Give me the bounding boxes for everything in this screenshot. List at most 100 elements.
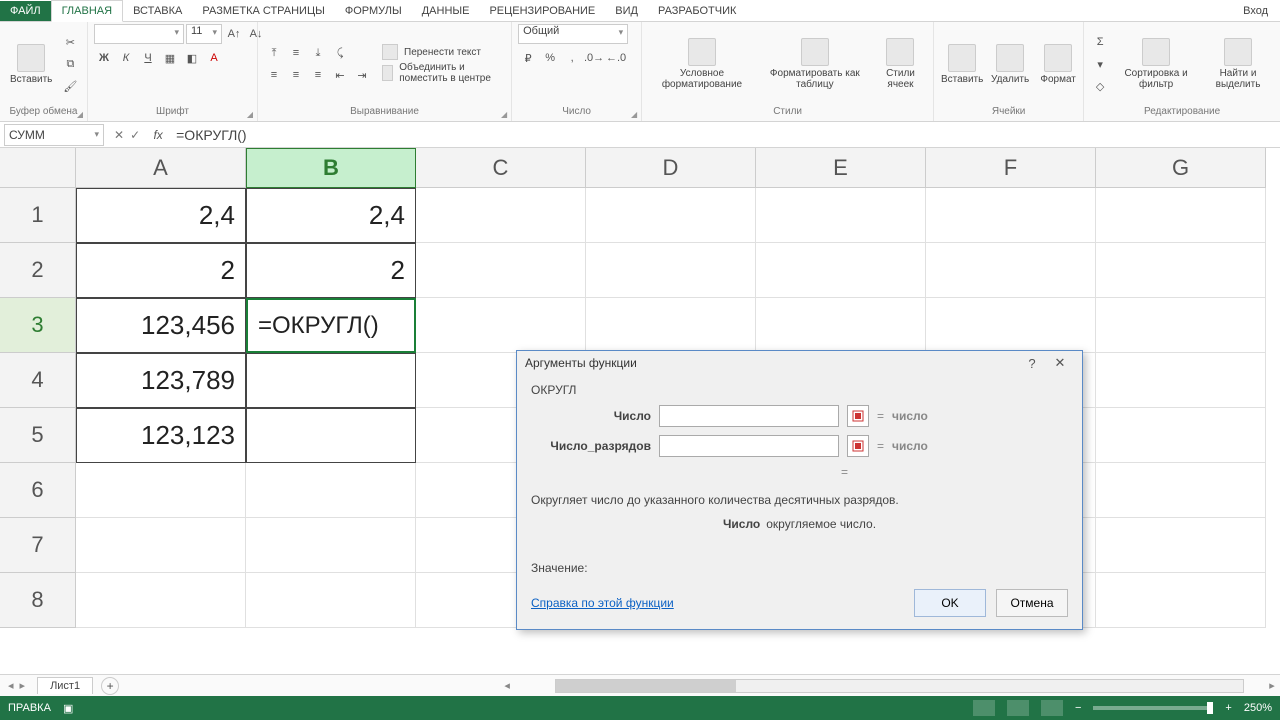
sheet-nav-first[interactable]: ◂ [8,679,14,692]
cell-B4[interactable] [246,353,416,408]
cell-E1[interactable] [756,188,926,243]
increase-decimal-button[interactable]: .0→ [584,48,604,68]
copy-button[interactable]: ⧉ [60,54,80,74]
sign-in-link[interactable]: Вход [1231,1,1280,21]
cell-C3[interactable] [416,298,586,353]
add-sheet-button[interactable]: + [101,677,119,695]
zoom-in-button[interactable]: + [1225,702,1231,714]
zoom-slider[interactable] [1093,706,1213,710]
tab-page-layout[interactable]: РАЗМЕТКА СТРАНИЦЫ [192,1,334,21]
tab-home[interactable]: ГЛАВНАЯ [51,0,123,22]
currency-button[interactable]: ₽ [518,48,538,68]
cell-B5[interactable] [246,408,416,463]
fill-button[interactable]: ▾ [1090,54,1110,74]
paste-button[interactable]: Вставить [6,42,56,87]
font-size-select[interactable]: 11 [186,24,222,44]
formula-input[interactable]: =ОКРУГЛ() [170,127,1280,143]
decrease-indent-button[interactable]: ⇤ [330,65,350,85]
dialog-close-button[interactable]: ✕ [1046,355,1074,371]
cell-B3[interactable]: =ОКРУГЛ() [246,298,416,353]
wrap-text-button[interactable]: Перенести текст [382,44,505,60]
cell-G1[interactable] [1096,188,1266,243]
cell-A5[interactable]: 123,123 [76,408,246,463]
align-bottom-button[interactable]: ⤓ [308,43,328,63]
align-right-button[interactable]: ≡ [308,65,328,85]
dialog-help-button[interactable]: ? [1018,356,1046,371]
tab-data[interactable]: ДАННЫЕ [412,1,480,21]
underline-button[interactable]: Ч [138,48,158,68]
arg1-range-picker[interactable] [847,405,869,427]
cell-D3[interactable] [586,298,756,353]
tab-view[interactable]: ВИД [605,1,648,21]
tab-review[interactable]: РЕЦЕНЗИРОВАНИЕ [479,1,605,21]
cell-D2[interactable] [586,243,756,298]
tab-file[interactable]: ФАЙЛ [0,1,51,21]
merge-center-button[interactable]: Объединить и поместить в центре [382,62,505,84]
sheet-nav-prev[interactable]: ▸ [20,679,26,692]
row-header-5[interactable]: 5 [0,408,76,463]
col-header-D[interactable]: D [586,148,756,188]
format-as-table-button[interactable]: Форматировать как таблицу [760,36,870,92]
font-family-select[interactable] [94,24,184,44]
format-cells-button[interactable]: Формат [1036,42,1080,87]
dialog-launcher-icon[interactable]: ◢ [631,110,637,119]
zoom-out-button[interactable]: − [1075,702,1081,714]
format-painter-button[interactable]: 🖌 [60,76,80,96]
macro-record-icon[interactable]: ▣ [63,702,73,715]
cell-F2[interactable] [926,243,1096,298]
cell-C2[interactable] [416,243,586,298]
row-header-1[interactable]: 1 [0,188,76,243]
cut-button[interactable]: ✂ [60,32,80,52]
cell-G7[interactable] [1096,518,1266,573]
italic-button[interactable]: К [116,48,136,68]
arg2-input[interactable] [659,435,839,457]
bold-button[interactable]: Ж [94,48,114,68]
cell-G8[interactable] [1096,573,1266,628]
zoom-level[interactable]: 250% [1244,702,1272,714]
cell-G6[interactable] [1096,463,1266,518]
col-header-G[interactable]: G [1096,148,1266,188]
align-top-button[interactable]: ⤒ [264,43,284,63]
conditional-formatting-button[interactable]: Условное форматирование [648,36,756,92]
align-middle-button[interactable]: ≡ [286,43,306,63]
tab-insert[interactable]: ВСТАВКА [123,1,192,21]
dialog-launcher-icon[interactable]: ◢ [501,110,507,119]
cell-F1[interactable] [926,188,1096,243]
dialog-cancel-button[interactable]: Отмена [996,589,1068,617]
delete-cells-button[interactable]: Удалить [988,42,1032,87]
dialog-launcher-icon[interactable]: ◢ [247,110,253,119]
tab-developer[interactable]: РАЗРАБОТЧИК [648,1,746,21]
page-break-view-button[interactable] [1041,700,1063,716]
cell-B8[interactable] [246,573,416,628]
align-center-button[interactable]: ≡ [286,65,306,85]
cell-A4[interactable]: 123,789 [76,353,246,408]
cell-A7[interactable] [76,518,246,573]
col-header-C[interactable]: C [416,148,586,188]
increase-font-button[interactable]: A↑ [224,24,244,44]
cell-F3[interactable] [926,298,1096,353]
row-header-2[interactable]: 2 [0,243,76,298]
cell-styles-button[interactable]: Стили ячеек [874,36,927,92]
arg1-input[interactable] [659,405,839,427]
font-color-button[interactable]: A [204,48,224,68]
cell-A8[interactable] [76,573,246,628]
number-format-select[interactable]: Общий [518,24,628,44]
cell-G2[interactable] [1096,243,1266,298]
enter-formula-button[interactable]: ✓ [130,128,140,142]
page-layout-view-button[interactable] [1007,700,1029,716]
col-header-F[interactable]: F [926,148,1096,188]
percent-button[interactable]: % [540,48,560,68]
tab-formulas[interactable]: ФОРМУЛЫ [335,1,412,21]
cell-G3[interactable] [1096,298,1266,353]
cell-B1[interactable]: 2,4 [246,188,416,243]
hscroll-track[interactable] [555,679,1244,693]
normal-view-button[interactable] [973,700,995,716]
cell-A3[interactable]: 123,456 [76,298,246,353]
cell-E2[interactable] [756,243,926,298]
cell-B6[interactable] [246,463,416,518]
fill-color-button[interactable]: ◧ [182,48,202,68]
insert-function-button[interactable]: fx [146,128,170,142]
increase-indent-button[interactable]: ⇥ [352,65,372,85]
hscroll-thumb[interactable] [556,680,736,692]
arg2-range-picker[interactable] [847,435,869,457]
